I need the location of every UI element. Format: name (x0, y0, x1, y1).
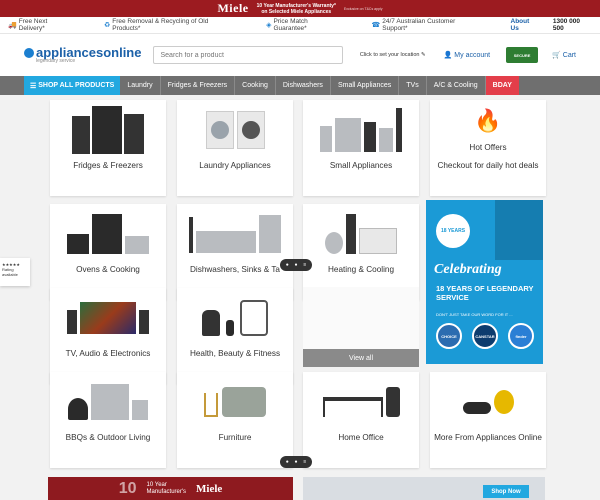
category-ovens-cooking[interactable]: Ovens & Cooking (50, 204, 166, 300)
category-health-beauty[interactable]: Health, Beauty & Fitness (177, 288, 293, 384)
anniversary-promo-tile[interactable]: 18 YEARS Celebrating 18 YEARS OF LEGENDA… (426, 200, 543, 364)
promo-headline: Celebrating (434, 262, 502, 277)
menu-icon[interactable]: ≡ (303, 262, 306, 268)
link-icon[interactable]: ● (295, 262, 298, 268)
finder-badge: finder (508, 323, 534, 349)
rating-widget[interactable]: ★★★★★ Rating available (0, 258, 30, 286)
sinks-image (177, 204, 293, 264)
bbq-image (50, 372, 166, 432)
category-dishwashers-sinks[interactable]: Dishwashers, Sinks & Ta (177, 204, 293, 300)
shop-all-products[interactable]: ☰ SHOP ALL PRODUCTS (24, 76, 121, 95)
headset-icon: ☎ (371, 22, 381, 29)
nav-small-appliances[interactable]: Small Appliances (331, 76, 400, 95)
usp-support[interactable]: ☎ 24/7 Australian Customer Support* (372, 18, 481, 32)
fire-icon: 🔥 (474, 108, 502, 133)
furniture-image (177, 372, 293, 432)
main-nav: ☰ SHOP ALL PRODUCTS Laundry Fridges & Fr… (0, 76, 600, 95)
brand-logo[interactable]: appliancesonline legendary service (24, 46, 141, 64)
miele-logo: Miele (196, 482, 223, 495)
years-badge: 18 YEARS (436, 214, 470, 248)
heaters-image (303, 204, 419, 264)
recycle-icon: ♻ (103, 22, 111, 29)
nav-bday[interactable]: BDAY (485, 76, 519, 95)
product-promo-banner[interactable]: Shop Now (303, 477, 545, 500)
miele-logo: Miele (217, 1, 249, 15)
about-us-link[interactable]: About Us (511, 18, 539, 32)
truck-icon: 🚚 (8, 22, 17, 29)
category-tv-audio[interactable]: TV, Audio & Electronics (50, 288, 166, 384)
washer-image (177, 100, 293, 160)
big-ten-graphic: 10 (118, 479, 137, 497)
floating-controls-2[interactable]: ● ● ≡ (280, 456, 312, 468)
canstar-badge: CANSTAR (472, 323, 498, 349)
category-bbqs-outdoor[interactable]: BBQs & Outdoor Living (50, 372, 166, 468)
menu-icon[interactable]: ≡ (303, 459, 306, 465)
miele-warranty-banner[interactable]: 10 10 Year Manufacturer's Miele (48, 477, 293, 500)
promo-subheadline: 18 YEARS OF LEGENDARY SERVICE (436, 284, 534, 302)
category-more-from-appliances-online[interactable]: More From Appliances Online (430, 372, 546, 468)
nav-dishwashers[interactable]: Dishwashers (276, 76, 331, 95)
category-small-appliances[interactable]: Small Appliances (303, 100, 419, 196)
tv-image (50, 288, 166, 348)
floating-controls[interactable]: ● ● ≡ (280, 259, 312, 271)
small-appliances-image (303, 100, 419, 160)
site-header: appliancesonline legendary service Click… (0, 34, 600, 76)
category-laundry[interactable]: Laundry Appliances (177, 100, 293, 196)
choice-badge: CHOICE (436, 323, 462, 349)
nav-laundry[interactable]: Laundry (120, 76, 161, 95)
usp-recycling[interactable]: ♻ Free Removal & Recycling of Old Product… (104, 18, 236, 32)
placeholder-tile (303, 287, 419, 349)
fridge-image (50, 100, 166, 160)
secure-badge: SECURE (506, 47, 539, 63)
nav-ac-cooling[interactable]: A/C & Cooling (427, 76, 486, 95)
category-hot-offers[interactable]: 🔥 Hot Offers Checkout for daily hot deal… (430, 100, 546, 196)
health-image (177, 288, 293, 348)
promo-note: DON'T JUST TAKE OUR WORD FOR IT ... (436, 312, 513, 317)
link-icon[interactable]: ● (295, 459, 298, 465)
nav-fridges[interactable]: Fridges & Freezers (161, 76, 236, 95)
usp-bar: 🚚 Free Next Delivery* ♻ Free Removal & Rec… (0, 17, 600, 34)
user-icon: 👤 (443, 52, 453, 59)
office-image (303, 372, 419, 432)
ovens-image (50, 204, 166, 264)
tools-image (430, 372, 546, 432)
tag-icon: ◈ (266, 22, 272, 29)
menu-icon: ☰ (30, 82, 39, 90)
category-fridges-freezers[interactable]: Fridges & Freezers (50, 100, 166, 196)
usp-price-match[interactable]: ◈ Price Match Guarantee* (266, 18, 341, 32)
search-input[interactable] (153, 46, 344, 64)
comment-icon[interactable]: ● (286, 459, 289, 465)
pencil-icon: ✎ (421, 52, 426, 58)
phone-number[interactable]: 1300 000 500 (553, 18, 592, 32)
category-heating-cooling[interactable]: Heating & Cooling (303, 204, 419, 300)
location-link[interactable]: Click to set your location ✎ (360, 52, 426, 58)
nav-cooking[interactable]: Cooking (235, 76, 276, 95)
comment-icon[interactable]: ● (286, 262, 289, 268)
promo-text: 10 Year Manufacturer's Warranty* on Sele… (256, 2, 336, 15)
shop-now-button[interactable]: Shop Now (483, 485, 529, 498)
promo-banner[interactable]: Miele 10 Year Manufacturer's Warranty* o… (0, 0, 600, 17)
logo-mark-icon (24, 47, 34, 58)
usp-delivery[interactable]: 🚚 Free Next Delivery* (8, 18, 74, 32)
technician-photo (495, 200, 543, 260)
cart-link[interactable]: 🛒 Cart (552, 51, 576, 59)
view-all-button[interactable]: View all (303, 349, 419, 367)
category-home-office[interactable]: Home Office (303, 372, 419, 468)
nav-tvs[interactable]: TVs (399, 76, 427, 95)
promo-tc: Exclusive on T&Cs apply (343, 6, 383, 11)
bottom-banners: 10 10 Year Manufacturer's Miele Shop Now (0, 477, 600, 500)
account-link[interactable]: 👤 My account (444, 51, 490, 59)
category-furniture[interactable]: Furniture (177, 372, 293, 468)
cart-icon: 🛒 (552, 52, 561, 59)
